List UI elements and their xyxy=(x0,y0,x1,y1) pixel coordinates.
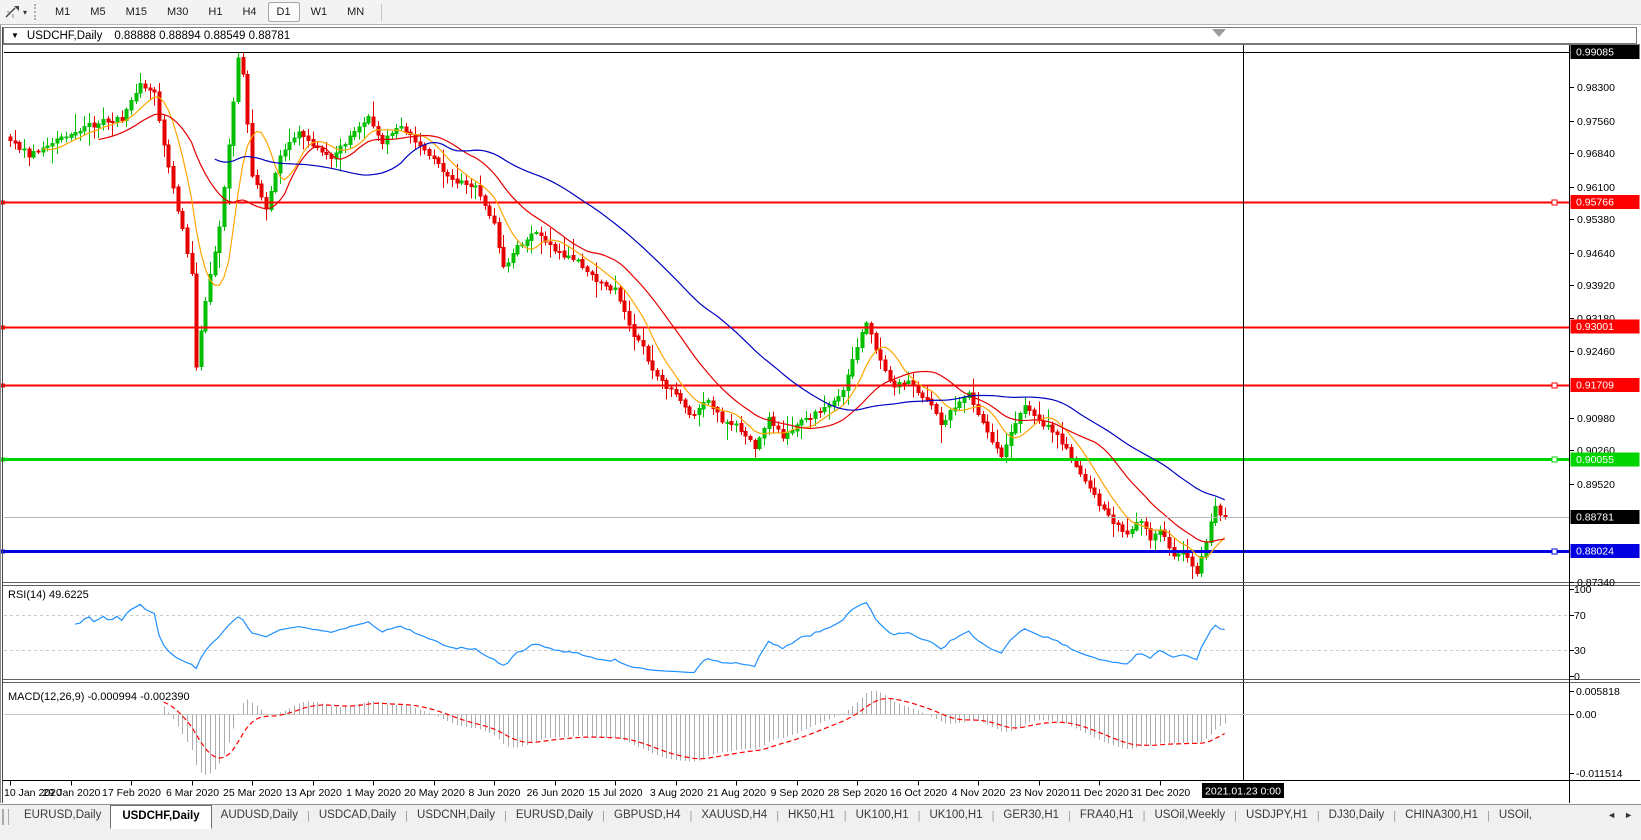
svg-text:0.94640: 0.94640 xyxy=(1577,248,1615,260)
svg-text:21 Aug 2020: 21 Aug 2020 xyxy=(707,787,766,799)
svg-text:0.99085: 0.99085 xyxy=(1576,46,1614,58)
svg-text:31 Dec 2020: 31 Dec 2020 xyxy=(1131,787,1191,799)
svg-text:15 Jul 2020: 15 Jul 2020 xyxy=(588,787,642,799)
svg-text:MACD(12,26,9) -0.000994 -0.002: MACD(12,26,9) -0.000994 -0.002390 xyxy=(8,691,190,703)
svg-text:1 May 2020: 1 May 2020 xyxy=(346,787,401,799)
macd-panel: 0.005818 0.00 -0.011514 MACD(12,26,9) -0.00… xyxy=(4,686,1623,780)
svg-text:0.00: 0.00 xyxy=(1576,709,1597,721)
svg-text:0.88781: 0.88781 xyxy=(1576,511,1614,523)
svg-text:25 Mar 2020: 25 Mar 2020 xyxy=(223,787,282,799)
svg-text:30: 30 xyxy=(1574,645,1586,657)
svg-text:0.90055: 0.90055 xyxy=(1576,454,1614,466)
svg-text:23 Nov 2020: 23 Nov 2020 xyxy=(1010,787,1070,799)
svg-text:RSI(14) 49.6225: RSI(14) 49.6225 xyxy=(8,589,89,601)
svg-text:0.92460: 0.92460 xyxy=(1577,346,1615,358)
chart-ohlc-values: 0.88888 0.88894 0.88549 0.88781 xyxy=(114,29,291,42)
trading-platform-window: ▾ M1 M5 M15 M30 H1 H4 D1 W1 MN 0.98300 0.97560 0.9… xyxy=(0,0,1641,840)
chart-symbol-title: USDCHF,Daily xyxy=(26,29,103,42)
chart-shift-marker-icon[interactable] xyxy=(1212,29,1226,37)
crosshair-lines xyxy=(4,45,1569,781)
chart-tab-usoil--17[interactable]: USOil, xyxy=(1490,805,1541,827)
chart-canvas[interactable]: 0.98300 0.97560 0.96840 0.96100 0.95380 0.946… xyxy=(0,0,1641,804)
svg-text:29 Jan 2020: 29 Jan 2020 xyxy=(43,787,101,799)
svg-text:2021.01.23 0:00: 2021.01.23 0:00 xyxy=(1205,786,1281,798)
chart-tab-fra40-h1-12[interactable]: FRA40,H1 xyxy=(1071,805,1143,827)
svg-text:0.98300: 0.98300 xyxy=(1577,82,1615,94)
svg-text:0.96100: 0.96100 xyxy=(1577,182,1615,194)
price-axis[interactable]: 0.98300 0.97560 0.96840 0.96100 0.95380 0.946… xyxy=(1569,44,1640,589)
svg-text:100: 100 xyxy=(1574,584,1592,596)
svg-text:6 Mar 2020: 6 Mar 2020 xyxy=(166,787,219,799)
svg-text:0.97560: 0.97560 xyxy=(1577,116,1615,128)
svg-text:8 Jun 2020: 8 Jun 2020 xyxy=(469,787,521,799)
rsi-panel: 100 70 30 0 RSI(14) 49.6225 xyxy=(4,584,1592,683)
tabbar-grip[interactable] xyxy=(2,809,9,825)
svg-text:0.88024: 0.88024 xyxy=(1576,546,1614,558)
chart-tab-usdcnh-daily-4[interactable]: USDCNH,Daily xyxy=(408,805,504,827)
chart-tab-eurusd-daily-5[interactable]: EURUSD,Daily xyxy=(507,805,602,827)
chart-tab-uk100-h1-9[interactable]: UK100,H1 xyxy=(847,805,918,827)
svg-text:3 Aug 2020: 3 Aug 2020 xyxy=(650,787,703,799)
chart-tab-audusd-daily-2[interactable]: AUDUSD,Daily xyxy=(212,805,307,827)
tab-scroll-left-button[interactable]: ◄ xyxy=(1607,810,1616,820)
svg-text:-0.011514: -0.011514 xyxy=(1576,768,1623,780)
chart-tabs: EURUSD,Daily USDCHF,Daily AUDUSD,Daily | USD… xyxy=(15,805,1603,829)
svg-text:0.95380: 0.95380 xyxy=(1577,214,1615,226)
chart-tab-usdcad-daily-3[interactable]: USDCAD,Daily xyxy=(310,805,405,827)
chart-tab-china300-h1-16[interactable]: CHINA300,H1 xyxy=(1396,805,1487,827)
svg-text:0.90980: 0.90980 xyxy=(1577,413,1615,425)
tab-scroll-right-button[interactable]: ► xyxy=(1624,810,1633,820)
chart-tab-ger30-h1-11[interactable]: GER30,H1 xyxy=(994,805,1068,827)
svg-text:9 Sep 2020: 9 Sep 2020 xyxy=(771,787,825,799)
chart-tab-eurusd-daily-0[interactable]: EURUSD,Daily xyxy=(15,805,110,827)
chart-tab-dj30-daily-15[interactable]: DJ30,Daily xyxy=(1320,805,1394,827)
chart-tab-bar: EURUSD,Daily USDCHF,Daily AUDUSD,Daily | USD… xyxy=(0,804,1641,840)
svg-text:16 Oct 2020: 16 Oct 2020 xyxy=(890,787,947,799)
svg-text:26 Jun 2020: 26 Jun 2020 xyxy=(527,787,585,799)
svg-text:0.005818: 0.005818 xyxy=(1576,686,1620,698)
chart-tab-xauusd-h4-7[interactable]: XAUUSD,H4 xyxy=(692,805,776,827)
svg-text:13 Apr 2020: 13 Apr 2020 xyxy=(285,787,342,799)
svg-text:0: 0 xyxy=(1574,671,1580,683)
svg-text:70: 70 xyxy=(1574,610,1586,622)
chart-tab-hk50-h1-8[interactable]: HK50,H1 xyxy=(779,805,844,827)
svg-text:20 May 2020: 20 May 2020 xyxy=(404,787,465,799)
candlesticks xyxy=(8,51,1228,579)
chart-tab-usoil-weekly-13[interactable]: USOil,Weekly xyxy=(1145,805,1234,827)
svg-text:0.93920: 0.93920 xyxy=(1577,280,1615,292)
chart-title-bar: ▼ USDCHF,Daily 0.88888 0.88894 0.88549 0… xyxy=(3,27,1637,44)
tab-scroll-buttons: ◄ ► xyxy=(1603,805,1641,820)
chart-tab-uk100-h1-10[interactable]: UK100,H1 xyxy=(921,805,992,827)
svg-text:0.96840: 0.96840 xyxy=(1577,148,1615,160)
chart-tab-gbpusd-h4-6[interactable]: GBPUSD,H4 xyxy=(605,805,689,827)
chart-tab-usdjpy-h1-14[interactable]: USDJPY,H1 xyxy=(1237,805,1317,827)
svg-text:28 Sep 2020: 28 Sep 2020 xyxy=(828,787,888,799)
svg-text:0.91709: 0.91709 xyxy=(1576,379,1614,391)
chart-tab-usdchf-daily-1[interactable]: USDCHF,Daily xyxy=(110,805,212,829)
support-resistance-lines[interactable] xyxy=(1,199,1569,555)
date-axis[interactable]: 10 Jan 202029 Jan 2020 17 Feb 2020 6 Mar 2… xyxy=(4,781,1284,799)
svg-text:0.93001: 0.93001 xyxy=(1576,321,1614,333)
svg-text:17 Feb 2020: 17 Feb 2020 xyxy=(102,787,161,799)
svg-text:4 Nov 2020: 4 Nov 2020 xyxy=(952,787,1006,799)
collapse-arrow-icon[interactable]: ▼ xyxy=(11,31,19,40)
svg-text:0.95766: 0.95766 xyxy=(1576,196,1614,208)
svg-text:0.89520: 0.89520 xyxy=(1577,479,1615,491)
svg-text:11 Dec 2020: 11 Dec 2020 xyxy=(1070,787,1129,799)
